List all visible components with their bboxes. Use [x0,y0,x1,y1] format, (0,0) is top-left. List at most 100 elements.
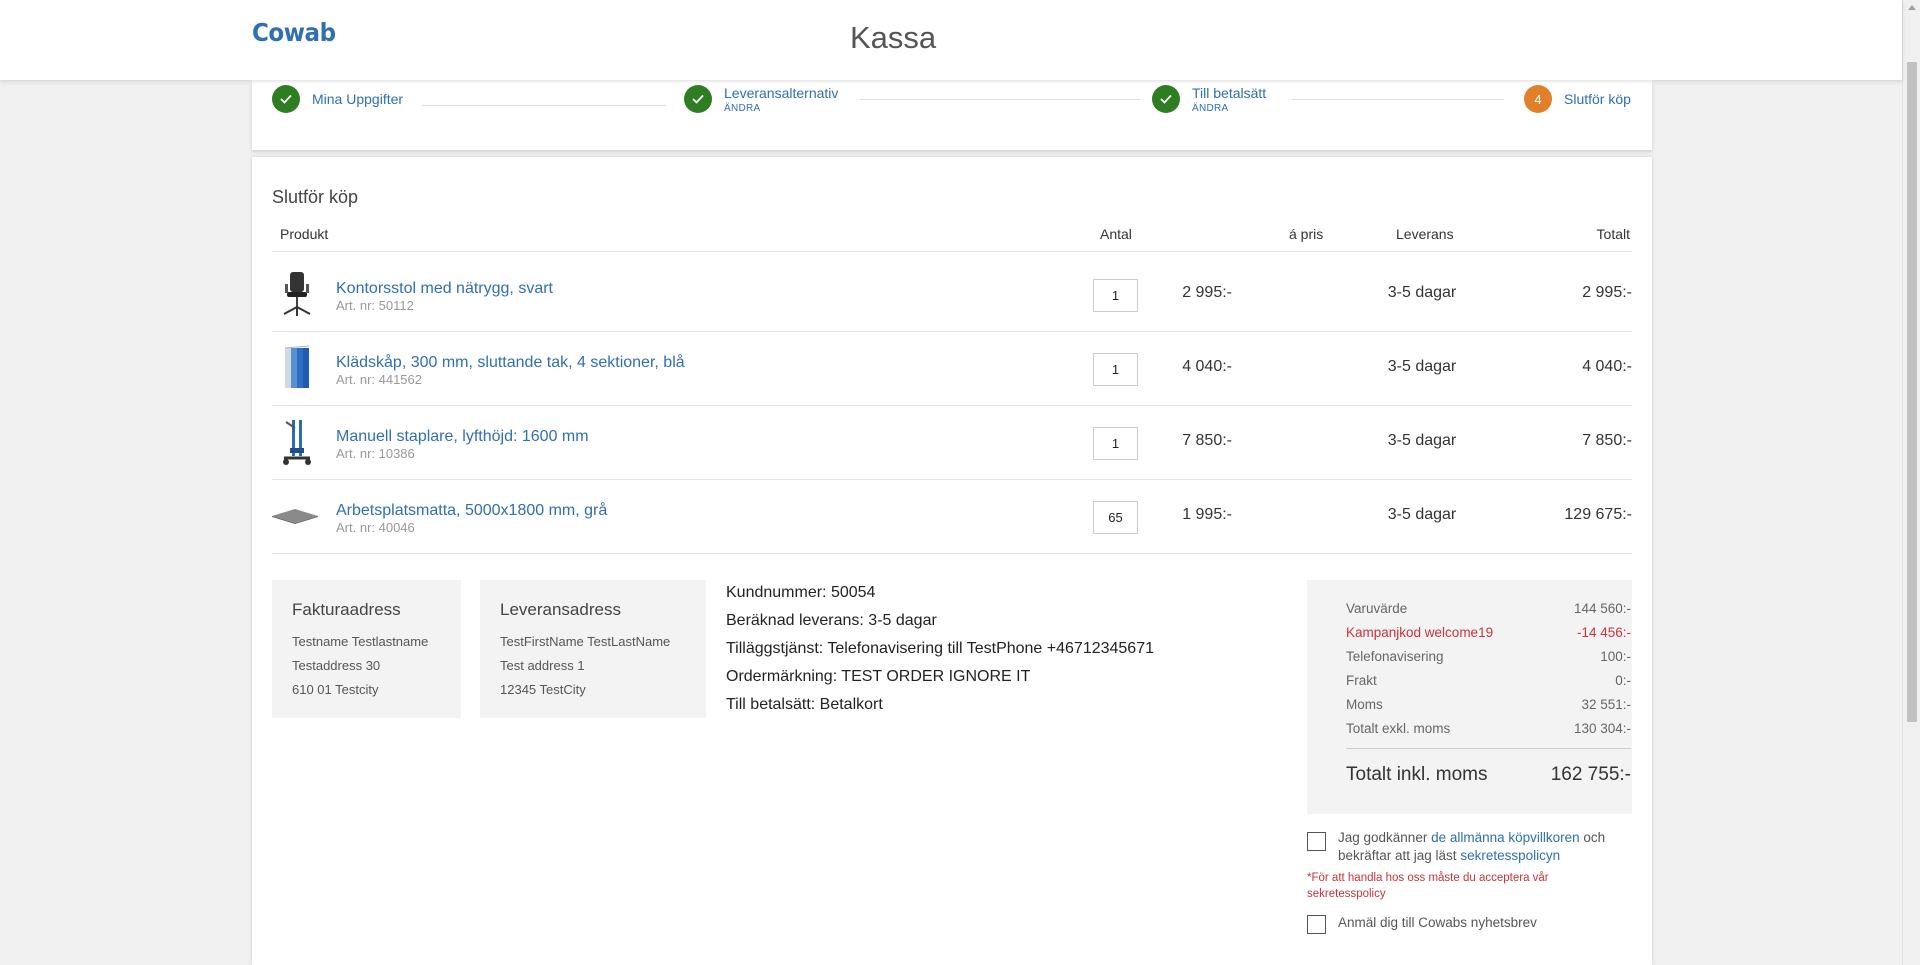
check-icon [1152,85,1180,113]
summary-label: Kampanjkod welcome19 [1346,625,1494,640]
line-total: 129 675:- [1564,506,1632,523]
summary-label: Totalt exkl. moms [1346,721,1451,736]
step-divider [860,99,1140,100]
step-label: Till betalsätt [1192,85,1267,101]
delivery-time: 3-5 dagar [1387,432,1457,449]
check-icon [684,85,712,113]
page-scrollbar[interactable] [1902,0,1920,965]
order-reference: Ordermärkning: TEST ORDER IGNORE IT [726,668,1031,685]
summary-row-total-excl-vat: Totalt exkl. moms 130 304:- [1346,718,1631,742]
delivery-time: 3-5 dagar [1387,358,1457,375]
delivery-time: 3-5 dagar [1387,284,1457,301]
address-line: 610 01 Testcity [292,682,379,697]
terms-warning: *För att handla hos oss måste du accepte… [1307,872,1549,900]
newsletter-label[interactable]: Anmäl dig till Cowabs nyhetsbrev [1338,914,1537,932]
site-header: Cowab Kassa [0,0,1902,80]
summary-label: Telefonavisering [1346,649,1444,664]
column-qty: Antal [1100,226,1132,242]
table-row: Kontorsstol med nätrygg, svart Art. nr: … [272,258,1632,332]
page-title: Kassa [850,20,937,55]
summary-row-discount: Kampanjkod welcome19 -14 456:- [1346,622,1631,646]
shipping-address-box: Leveransadress TestFirstName TestLastNam… [480,580,706,718]
terms-checkbox[interactable] [1307,832,1326,851]
article-number: Art. nr: 40046 [336,520,415,535]
table-row: Arbetsplatsmatta, 5000x1800 mm, grå Art.… [272,480,1632,554]
grand-total-label: Totalt inkl. moms [1346,764,1488,785]
section-title: Slutför köp [272,187,359,207]
product-table-header: Produkt Antal á pris Leverans Totalt [272,214,1632,252]
checkout-stepper: Mina Uppgifter Leveransalternativ ÄNDRA … [252,80,1652,150]
summary-label: Varuvärde [1346,601,1408,616]
check-icon [272,85,300,113]
terms-link[interactable]: de allmänna köpvillkoren [1431,830,1580,845]
scroll-up-arrow-icon[interactable] [1908,5,1916,10]
line-total: 2 995:- [1582,284,1632,301]
step-till-betalsatt[interactable]: Till betalsätt ÄNDRA [1152,85,1266,115]
article-number: Art. nr: 441562 [336,372,422,387]
column-product: Produkt [280,226,329,242]
unit-price: 2 995:- [1182,284,1232,301]
summary-row-goods-value: Varuvärde 144 560:- [1346,598,1631,622]
address-line: Testaddress 30 [292,658,381,673]
table-row: Manuell staplare, lyfthöjd: 1600 mm Art.… [272,406,1632,480]
step-divider [1292,99,1504,100]
step-slutfor-kop: 4 Slutför köp [1524,85,1631,113]
order-info: Kundnummer: 50054 Beräknad leverans: 3-5… [726,579,1154,719]
summary-value: 32 551:- [1581,697,1631,712]
line-total: 7 850:- [1582,432,1632,449]
terms-consent: Jag godkänner de allmänna köpvillkoren o… [1307,829,1633,865]
cowab-logo[interactable]: Cowab [252,18,336,47]
step-label: Mina Uppgifter [312,91,404,107]
step-divider [422,105,666,106]
address-line: 12345 TestCity [500,682,586,697]
grand-total-value: 162 755:- [1550,764,1631,785]
step-edit-link[interactable]: ÄNDRA [1192,102,1266,115]
unit-price: 7 850:- [1182,432,1232,449]
terms-text: Jag godkänner de allmänna köpvillkoren o… [1338,829,1633,865]
summary-label: Moms [1346,697,1383,712]
newsletter-checkbox[interactable] [1307,915,1326,934]
summary-grand-total: Totalt inkl. moms 162 755:- [1346,749,1631,789]
step-label: Leveransalternativ [724,85,839,101]
step-edit-link[interactable]: ÄNDRA [724,102,838,115]
step-leveransalternativ[interactable]: Leveransalternativ ÄNDRA [684,85,838,115]
delivery-time: 3-5 dagar [1387,506,1457,523]
unit-price: 4 040:- [1182,358,1232,375]
table-row: Klädskåp, 300 mm, sluttande tak, 4 sekti… [272,332,1632,406]
column-delivery: Leverans [1396,226,1454,242]
billing-address-title: Fakturaadress [292,600,401,619]
column-total: Totalt [1596,226,1630,242]
estimated-delivery: Beräknad leverans: 3-5 dagar [726,612,937,629]
summary-row-phone-notice: Telefonavisering 100:- [1346,646,1631,670]
product-link[interactable]: Arbetsplatsmatta, 5000x1800 mm, grå [336,502,607,520]
summary-label: Frakt [1346,673,1377,688]
product-link[interactable]: Manuell staplare, lyfthöjd: 1600 mm [336,428,589,446]
office-chair-image[interactable] [274,270,320,318]
wardrobe-image[interactable] [274,344,320,392]
customer-number: Kundnummer: 50054 [726,584,876,601]
shipping-address-title: Leveransadress [500,600,621,619]
article-number: Art. nr: 50112 [336,298,414,313]
payment-method: Till betalsätt: Betalkort [726,696,883,713]
privacy-policy-link[interactable]: sekretesspolicyn [1460,848,1560,863]
summary-row-shipping: Frakt 0:- [1346,670,1631,694]
unit-price: 1 995:- [1182,506,1232,523]
step-mina-uppgifter[interactable]: Mina Uppgifter [272,85,403,113]
product-link[interactable]: Klädskåp, 300 mm, sluttande tak, 4 sekti… [336,354,685,372]
address-line: Test address 1 [500,658,585,673]
address-line: TestFirstName TestLastName [500,634,671,649]
floor-mat-image[interactable] [272,492,318,540]
additional-service: Tilläggstjänst: Telefonavisering till Te… [726,640,1154,657]
scroll-thumb[interactable] [1907,62,1917,722]
summary-value: 100:- [1600,649,1631,664]
stacker-image[interactable] [274,418,320,466]
address-line: Testname Testlastname [292,634,429,649]
summary-row-vat: Moms 32 551:- [1346,694,1631,718]
order-summary: Varuvärde 144 560:- Kampanjkod welcome19… [1307,580,1632,814]
checkout-card: Slutför köp Produkt Antal á pris Leveran… [252,157,1652,965]
article-number: Art. nr: 10386 [336,446,415,461]
summary-value: -14 456:- [1576,625,1631,640]
product-link[interactable]: Kontorsstol med nätrygg, svart [336,280,553,298]
step-label: Slutför köp [1564,91,1631,107]
summary-value: 0:- [1615,673,1631,688]
